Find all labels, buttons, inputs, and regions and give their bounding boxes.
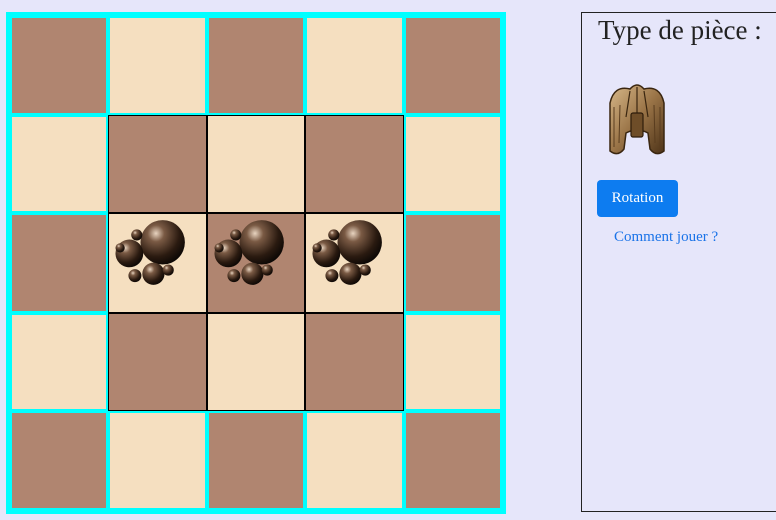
rotation-button[interactable]: Rotation — [597, 180, 678, 217]
board-cell-1-0[interactable] — [10, 114, 109, 214]
piece-type-title: Type de pièce : — [598, 15, 762, 45]
board-cell-2-2[interactable] — [206, 213, 306, 313]
board-cell-0-4[interactable] — [403, 16, 502, 115]
board-cell-0-2[interactable] — [206, 16, 306, 115]
board-cell-4-1[interactable] — [108, 411, 207, 510]
board-cell-2-3[interactable] — [305, 213, 404, 313]
bomb-cluster-icon[interactable] — [109, 214, 205, 312]
board-cell-3-0[interactable] — [10, 312, 109, 412]
board-cell-3-2[interactable] — [206, 312, 306, 412]
board-cell-1-4[interactable] — [403, 114, 502, 214]
board-cell-4-0[interactable] — [10, 411, 109, 510]
board-cell-2-0[interactable] — [10, 213, 109, 313]
board-cell-1-2[interactable] — [206, 114, 306, 214]
how-to-play-link[interactable]: Comment jouer ? — [614, 229, 718, 246]
board-cell-0-0[interactable] — [10, 16, 109, 115]
board-cell-4-4[interactable] — [403, 411, 502, 510]
bomb-cluster-icon[interactable] — [306, 214, 402, 312]
board-cell-1-3[interactable] — [305, 114, 404, 214]
piece-panel: Type de pièce : Rotation Comment jouer ? — [581, 12, 776, 512]
board-cell-4-2[interactable] — [206, 411, 306, 510]
board-cell-4-3[interactable] — [305, 411, 404, 510]
board-cell-3-3[interactable] — [305, 312, 404, 412]
bomb-cluster-icon[interactable] — [208, 214, 304, 312]
wooden-creature-icon — [609, 84, 665, 155]
board-cell-2-4[interactable] — [403, 213, 502, 313]
board-cell-2-1[interactable] — [108, 213, 207, 313]
board-cell-3-1[interactable] — [108, 312, 207, 412]
game-board — [6, 12, 506, 514]
board-cell-3-4[interactable] — [403, 312, 502, 412]
board-cell-1-1[interactable] — [108, 114, 207, 214]
board-cell-0-1[interactable] — [108, 16, 207, 115]
board-cell-0-3[interactable] — [305, 16, 404, 115]
